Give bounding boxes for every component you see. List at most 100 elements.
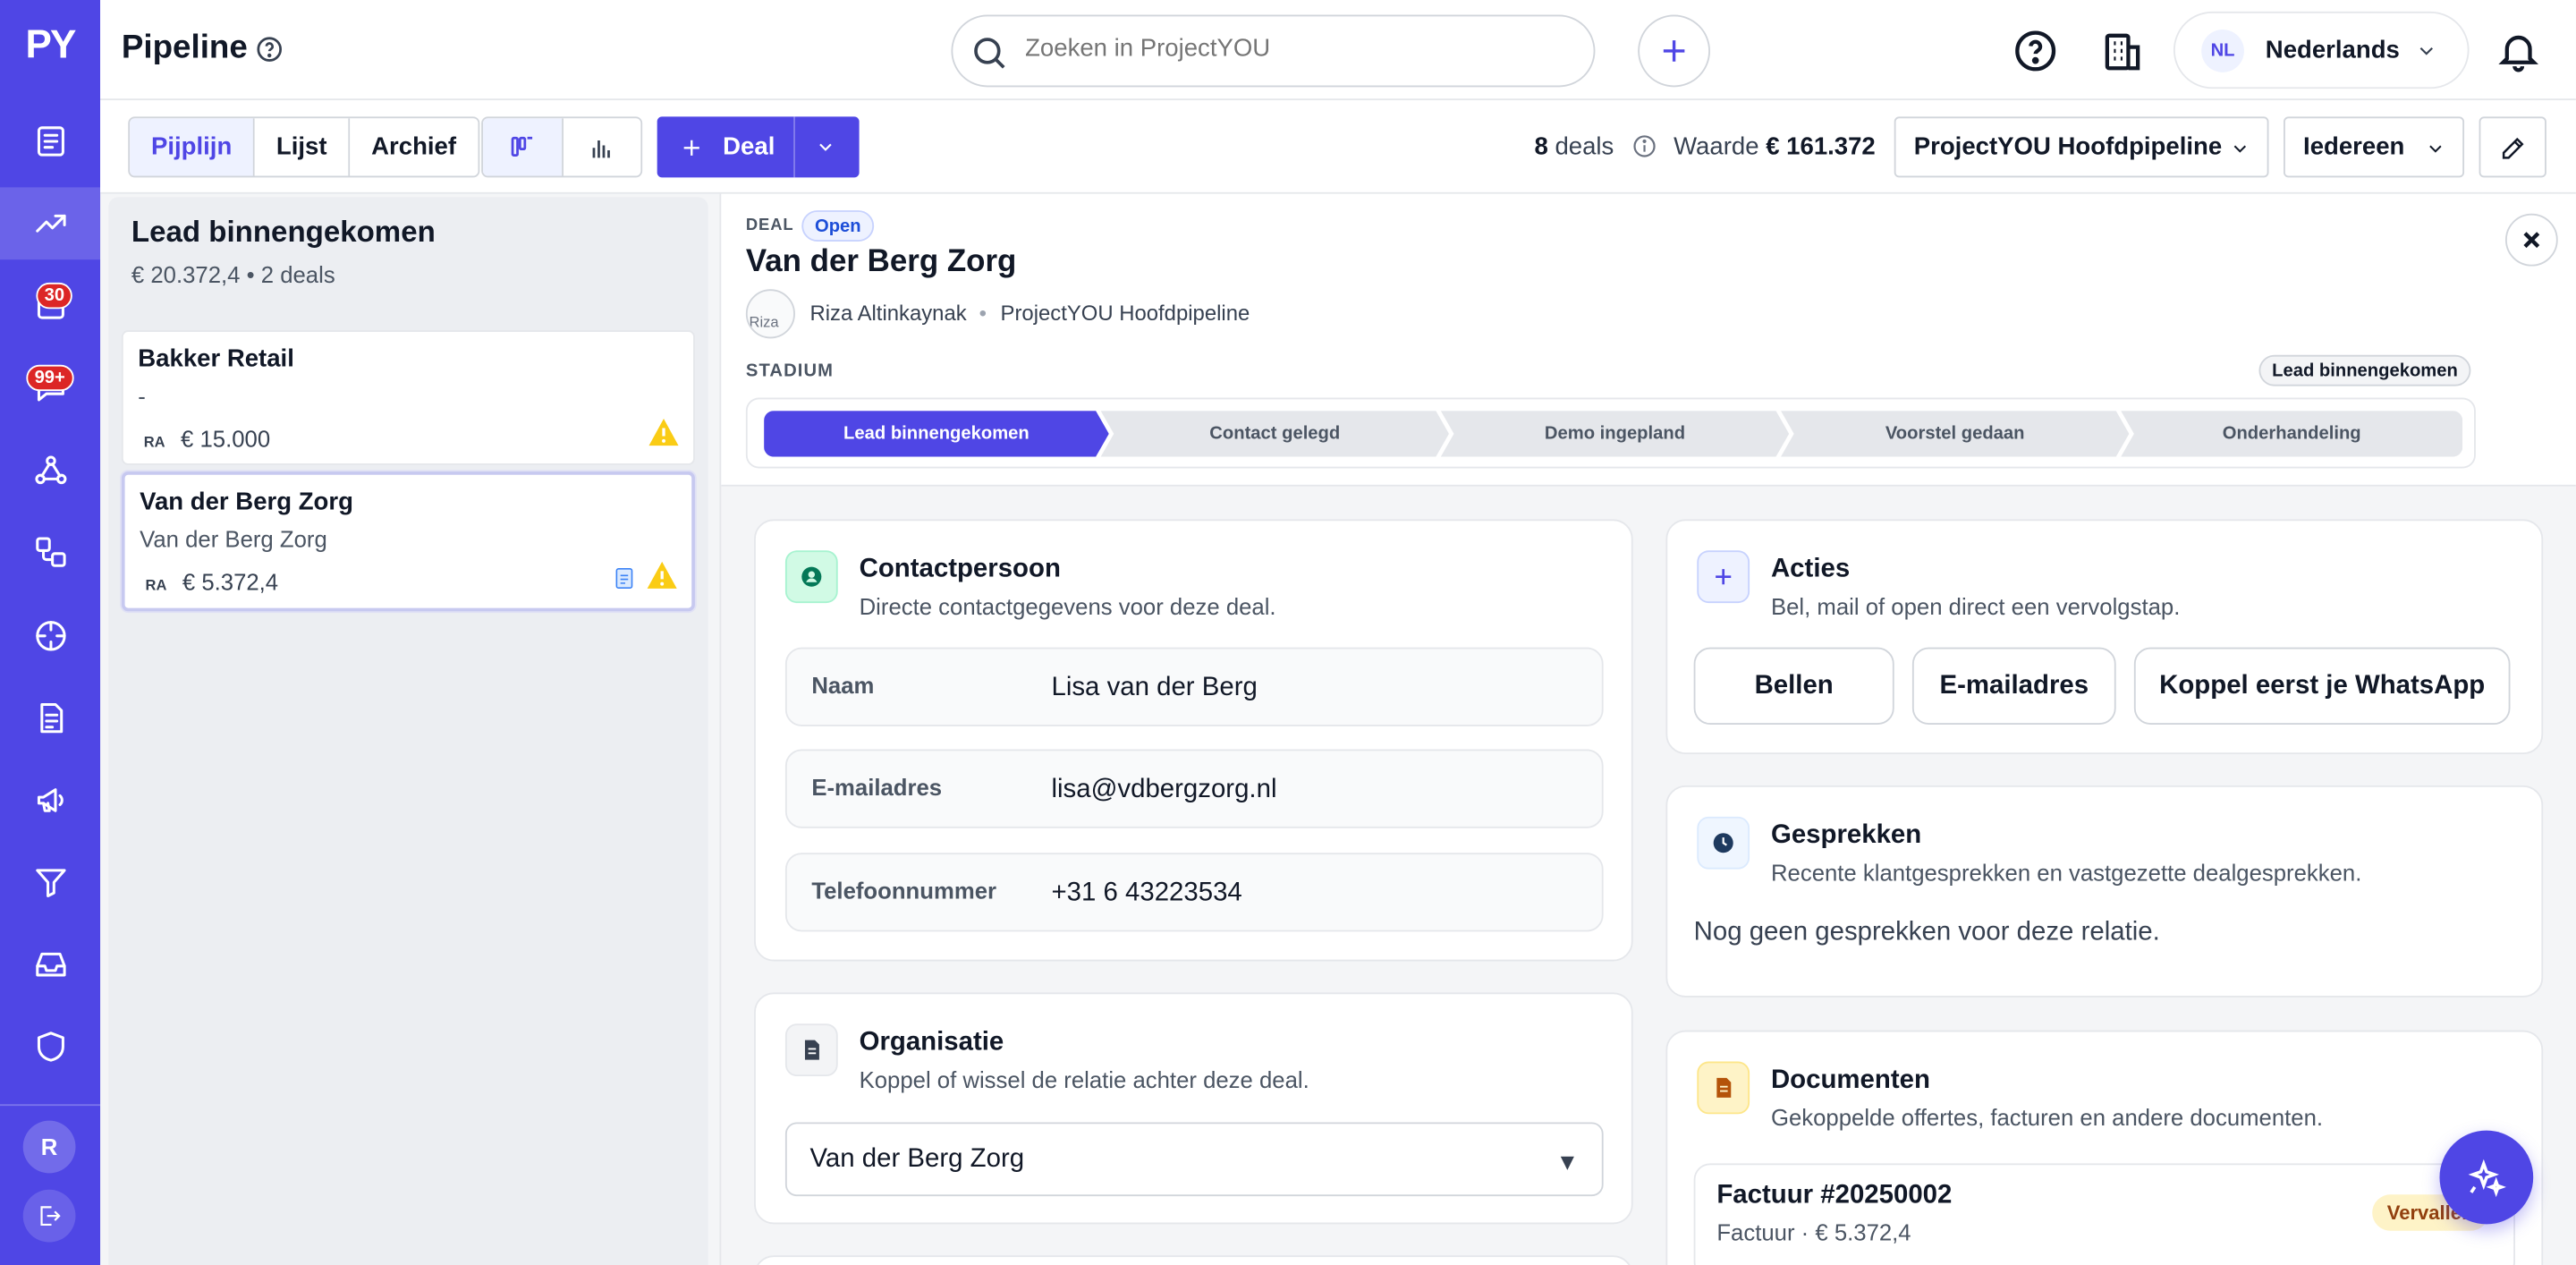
deal-card-selected[interactable]: Van der Berg Zorg Van der Berg Zorg RA €… <box>121 471 695 612</box>
organisation-select[interactable]: Van der Berg Zorg ▼ <box>784 1122 1604 1197</box>
deal-card-subtitle: - <box>138 382 146 410</box>
stage-step[interactable]: Demo ingepland <box>1441 411 1789 456</box>
edit-pipeline-button[interactable] <box>2479 116 2546 178</box>
deal-card-subtitle: Van der Berg Zorg <box>140 525 327 553</box>
warning-icon <box>647 561 677 589</box>
language-label: Nederlands <box>2265 36 2400 64</box>
bell-icon[interactable] <box>2496 28 2541 73</box>
bar-chart-icon <box>593 140 611 157</box>
deal-title: Van der Berg Zorg <box>745 244 1017 280</box>
owner-select-value: Iedereen <box>2303 132 2405 161</box>
panel-subtitle: Koppel of wissel de relatie achter deze … <box>859 1066 1309 1093</box>
stage-progress: Lead binnengekomen Contact gelegd Demo i… <box>745 397 2476 469</box>
stadium-label: STADIUM <box>745 361 835 382</box>
pipeline-trend-icon[interactable] <box>0 187 101 260</box>
app-logo[interactable]: PY <box>0 23 100 69</box>
phone-field[interactable]: Telefoonnummer +31 6 43223534 <box>784 853 1604 932</box>
workflow-icon[interactable] <box>0 516 100 589</box>
stage-step[interactable]: Lead binnengekomen <box>764 411 1109 456</box>
actions-panel: Acties Bel, mail of open direct een verv… <box>1665 519 2544 755</box>
tasks-icon[interactable] <box>0 106 100 178</box>
tab-lijst[interactable]: Lijst <box>255 118 351 176</box>
ai-assistant-button[interactable] <box>2439 1130 2534 1225</box>
search-icon <box>974 38 1005 69</box>
deal-card-value: € 5.372,4 <box>182 568 279 595</box>
tab-pijplijn[interactable]: Pijplijn <box>130 118 256 176</box>
info-icon[interactable] <box>1631 133 1657 159</box>
megaphone-icon[interactable] <box>0 764 100 836</box>
stage-step[interactable]: Onderhandeling <box>2121 411 2463 457</box>
deal-card[interactable]: Bakker Retail - RA € 15.000 <box>121 330 695 465</box>
invoice-icon <box>1697 1061 1750 1115</box>
logout-icon[interactable] <box>22 1189 76 1243</box>
pipeline-select-value: ProjectYOU Hoofdpipeline <box>1913 132 2223 161</box>
stage-step[interactable]: Contact gelegd <box>1101 411 1449 456</box>
help-icon[interactable] <box>2012 28 2058 73</box>
quick-add-button[interactable] <box>1638 14 1711 88</box>
button-separator <box>793 116 795 178</box>
dropdown-triangle-icon: ▼ <box>1555 1148 1580 1176</box>
deal-card-title: Van der Berg Zorg <box>140 488 353 516</box>
chevron-down-icon <box>2233 145 2247 153</box>
field-value: +31 6 43223534 <box>1051 879 1242 907</box>
document-icon <box>615 568 633 590</box>
add-deal-button[interactable]: Deal <box>657 116 860 178</box>
next-panel <box>754 1255 1633 1265</box>
kanban-view-button[interactable] <box>482 118 562 176</box>
target-icon[interactable] <box>0 599 100 672</box>
user-avatar[interactable]: R <box>22 1120 76 1174</box>
field-value: Lisa van der Berg <box>1051 674 1258 702</box>
filter-icon[interactable] <box>0 846 100 919</box>
chevron-down-icon <box>2419 47 2433 55</box>
language-code: NL <box>2201 30 2244 72</box>
contact-icon <box>784 550 838 604</box>
plus-icon <box>1697 550 1750 604</box>
chevron-down-icon[interactable] <box>815 136 836 157</box>
pipeline-select[interactable]: ProjectYOU Hoofdpipeline <box>1894 116 2269 178</box>
page-title: Pipeline <box>121 30 248 66</box>
current-stage-chip: Lead binnengekomen <box>2258 354 2471 386</box>
owner-avatar: Riza <box>745 289 795 339</box>
pipeline-toolbar: Pijplijn Lijst Archief Deal 8 deals Waar… <box>100 100 2576 194</box>
help-small-icon[interactable] <box>255 35 284 64</box>
field-value: lisa@vdbergzorg.nl <box>1051 775 1277 804</box>
panel-subtitle: Bel, mail of open direct een vervolgstap… <box>1770 593 2181 620</box>
network-icon[interactable] <box>0 434 100 506</box>
call-button[interactable]: Bellen <box>1693 647 1894 725</box>
whatsapp-button[interactable]: Koppel eerst je WhatsApp <box>2133 647 2511 725</box>
shield-icon[interactable] <box>0 1011 100 1083</box>
chart-view-button[interactable] <box>561 118 641 176</box>
clock-icon <box>1697 816 1750 870</box>
messages-icon[interactable]: 99+ <box>0 352 100 424</box>
search-input[interactable] <box>1025 34 1568 63</box>
plus-icon <box>683 139 699 155</box>
inbox-icon[interactable] <box>0 929 100 1001</box>
document-row[interactable]: Factuur #20250002 Factuur · € 5.372,4 Ve… <box>1693 1163 2515 1265</box>
stage-step[interactable]: Voorstel gedaan <box>1781 411 2129 456</box>
field-label: Telefoonnummer <box>811 877 997 904</box>
tab-archief[interactable]: Archief <box>350 118 478 176</box>
pipeline-stats: 8 deals Waarde € 161.372 <box>1534 133 1875 161</box>
calendar-badge: 30 <box>36 282 73 310</box>
value-label: Waarde <box>1674 132 1759 161</box>
field-label: Naam <box>811 672 875 699</box>
email-field[interactable]: E-mailadres lisa@vdbergzorg.nl <box>784 749 1604 828</box>
name-field[interactable]: Naam Lisa van der Berg <box>784 647 1604 726</box>
owner-select[interactable]: Iedereen <box>2284 116 2465 178</box>
email-button[interactable]: E-mailadres <box>1911 647 2116 725</box>
document-icon[interactable] <box>0 682 100 754</box>
calendar-icon[interactable]: 30 <box>0 269 100 342</box>
sidebar: PY 30 99+ R <box>0 0 101 1265</box>
building-icon[interactable] <box>2099 28 2145 73</box>
status-badge: Open <box>801 210 875 242</box>
document-title: Factuur #20250002 <box>1716 1181 1953 1210</box>
language-selector[interactable]: NL Nederlands <box>2173 11 2470 89</box>
close-button[interactable] <box>2504 213 2558 267</box>
conversations-panel: Gesprekken Recente klantgesprekken en va… <box>1665 785 2544 998</box>
search-bar[interactable] <box>951 14 1596 88</box>
panel-title: Acties <box>1770 555 1851 584</box>
panel-title: Documenten <box>1770 1066 1930 1095</box>
deals-count: 8 <box>1534 132 1548 161</box>
plus-icon <box>1663 40 1685 62</box>
column-title: Lead binnengekomen <box>131 215 436 249</box>
